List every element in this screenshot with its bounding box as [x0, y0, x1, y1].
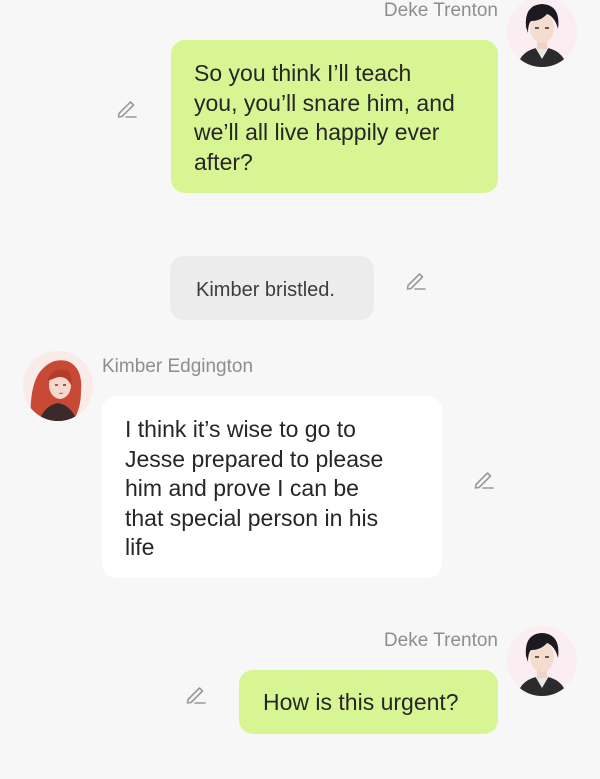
narration-bubble: Kimber bristled.: [170, 256, 374, 320]
sender-name: Deke Trenton: [383, 630, 498, 651]
sender-name: Deke Trenton: [383, 0, 498, 21]
avatar-kimber-edgington[interactable]: [23, 351, 93, 421]
message-bubble-user: So you think I’ll teach you, you’ll snar…: [171, 40, 498, 193]
avatar-deke-trenton[interactable]: [507, 626, 577, 696]
edit-pencil-icon[interactable]: [115, 96, 139, 120]
avatar-dark-haired-man-icon: [507, 0, 577, 67]
message-bubble-user: How is this urgent?: [239, 670, 498, 734]
message-bubble-bot: I think it’s wise to go to Jesse prepare…: [102, 396, 442, 578]
avatar-dark-haired-man-icon: [507, 626, 577, 696]
edit-pencil-icon[interactable]: [404, 268, 428, 292]
avatar-deke-trenton[interactable]: [507, 0, 577, 67]
edit-pencil-icon[interactable]: [472, 467, 496, 491]
edit-pencil-icon[interactable]: [184, 682, 208, 706]
avatar-red-haired-woman-icon: [23, 351, 93, 421]
sender-name: Kimber Edgington: [102, 356, 254, 377]
